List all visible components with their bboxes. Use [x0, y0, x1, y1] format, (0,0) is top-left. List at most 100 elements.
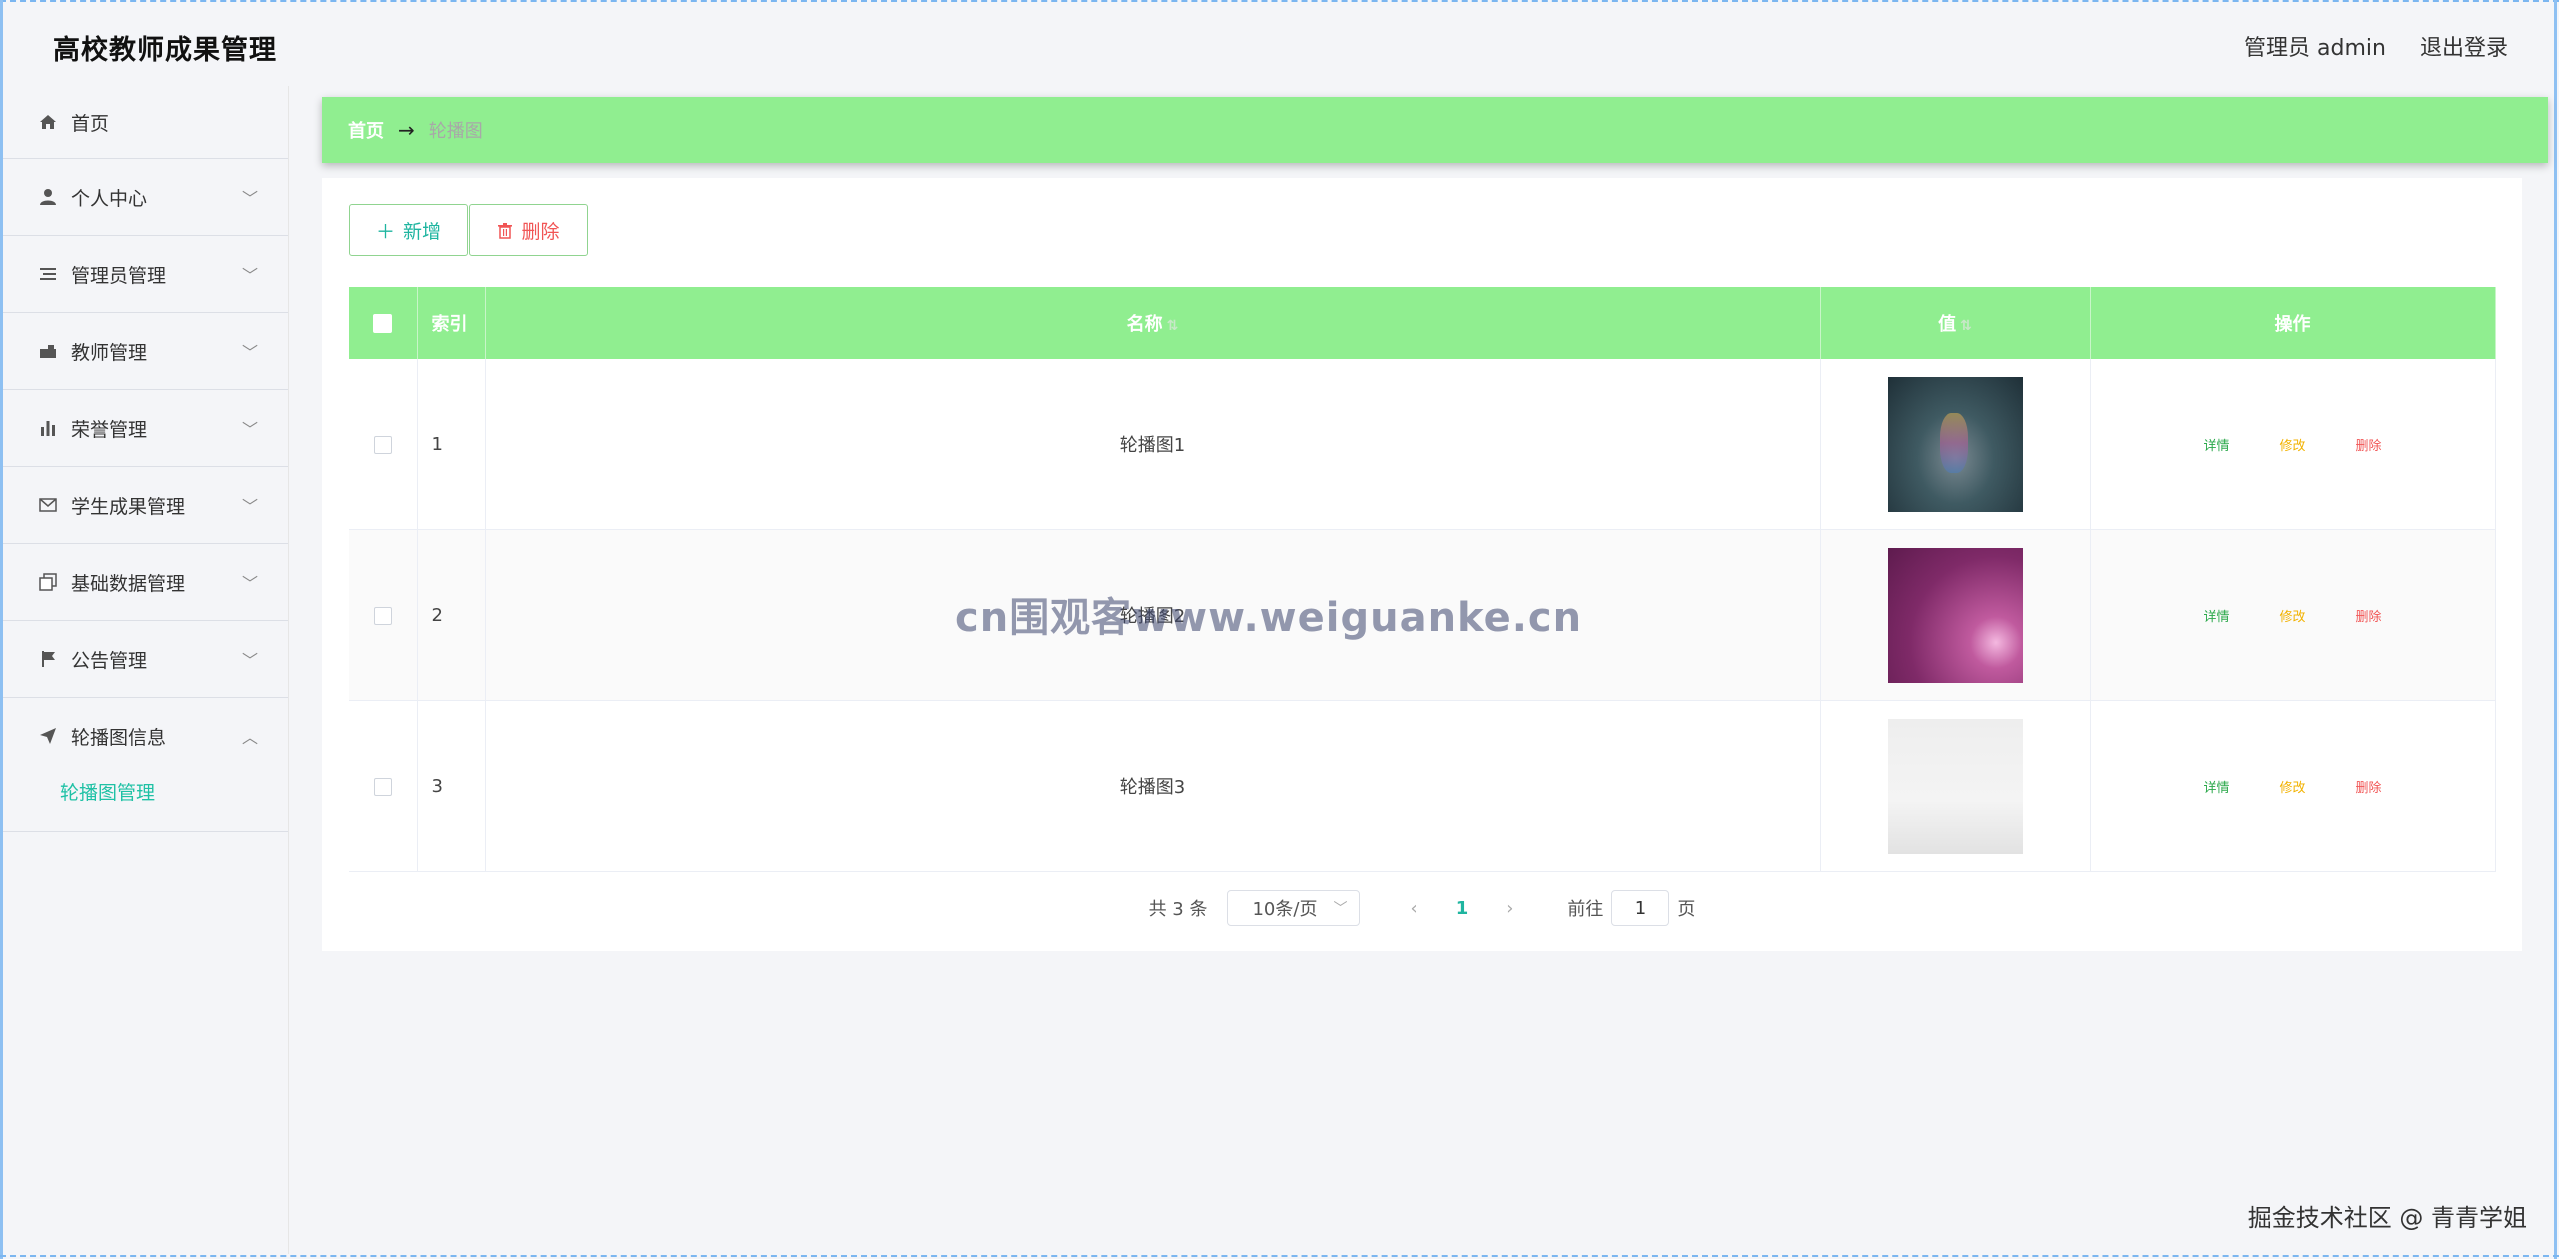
- column-header-value-label: 值: [1938, 314, 1957, 335]
- flag-icon: [37, 648, 59, 670]
- table-row: 3 轮播图3 详情 修改 删除: [349, 700, 2496, 872]
- breadcrumb-arrow-icon: →: [398, 118, 415, 142]
- carousel-table: 索引 名称 ⇅ 值 ⇅ 操作 1 轮播图1 详情 修改 删除 2 轮播图2 详情…: [349, 287, 2496, 872]
- mail-icon: [37, 494, 59, 516]
- page-size-select[interactable]: 10条/页 ﹀: [1227, 890, 1361, 926]
- goto-page: 前往 页: [1567, 890, 1695, 926]
- carousel-image-thumbnail[interactable]: [1887, 547, 2023, 683]
- sidebar-item-basic-data[interactable]: 基础数据管理 ﹀: [3, 544, 288, 621]
- sidebar-item-teacher[interactable]: 教师管理 ﹀: [3, 313, 288, 390]
- sidebar-item-label: 轮播图信息: [71, 726, 167, 749]
- edit-button[interactable]: 修改: [2279, 435, 2305, 454]
- delete-button[interactable]: 删除: [2356, 606, 2382, 625]
- row-checkbox[interactable]: [373, 606, 392, 625]
- column-header-index: 索引: [417, 287, 486, 359]
- chevron-down-icon: ﹀: [241, 343, 258, 362]
- edit-button[interactable]: 修改: [2279, 606, 2305, 625]
- sidebar-item-carousel[interactable]: 轮播图信息 ︿: [3, 698, 288, 774]
- sidebar-item-honor[interactable]: 荣誉管理 ﹀: [3, 390, 288, 467]
- table-row: 2 轮播图2 详情 修改 删除: [349, 529, 2496, 701]
- chevron-down-icon: ﹀: [241, 266, 258, 285]
- delete-button[interactable]: 删除: [2356, 777, 2382, 796]
- sidebar-item-label: 管理员管理: [71, 264, 167, 287]
- column-header-name[interactable]: 名称 ⇅: [485, 287, 1821, 359]
- pagination-total: 共 3 条: [1148, 899, 1208, 920]
- table-row: 1 轮播图1 详情 修改 删除: [349, 359, 2496, 530]
- home-icon: [37, 111, 59, 133]
- row-index: 2: [417, 529, 486, 701]
- next-page-button[interactable]: ›: [1506, 898, 1513, 919]
- page-size-value: 10条/页: [1252, 899, 1318, 920]
- breadcrumb: 首页 → 轮播图: [322, 97, 2548, 163]
- sidebar-item-home[interactable]: 首页: [3, 86, 288, 159]
- goto-prefix: 前往: [1567, 899, 1604, 920]
- briefcase-icon: [37, 340, 59, 362]
- sidebar-item-label: 公告管理: [71, 649, 148, 672]
- send-icon: [37, 725, 59, 747]
- sidebar-item-student-results[interactable]: 学生成果管理 ﹀: [3, 467, 288, 544]
- breadcrumb-home-link[interactable]: 首页: [348, 117, 384, 143]
- carousel-image-thumbnail[interactable]: [1887, 376, 2023, 512]
- page-number-current[interactable]: 1: [1456, 898, 1469, 919]
- edit-button[interactable]: 修改: [2279, 777, 2305, 796]
- chevron-down-icon: ﹀: [241, 497, 258, 516]
- row-name: 轮播图2: [485, 529, 1821, 701]
- table-header-row: 索引 名称 ⇅ 值 ⇅ 操作: [349, 287, 2496, 359]
- row-checkbox[interactable]: [373, 435, 392, 454]
- chevron-down-icon: ﹀: [241, 651, 258, 670]
- detail-button[interactable]: 详情: [2203, 435, 2229, 454]
- row-select-cell: [349, 359, 418, 530]
- column-header-name-label: 名称: [1126, 314, 1163, 335]
- pagination: 共 3 条 10条/页 ﹀ ‹ 1 › 前往 页: [322, 890, 2522, 926]
- sidebar-item-label: 荣誉管理: [71, 418, 148, 441]
- content-panel: ＋ 新增 删除 索引 名称 ⇅ 值 ⇅ 操作 1 轮播图1 详情 修改 删除 2…: [322, 178, 2522, 951]
- carousel-image-thumbnail[interactable]: [1887, 718, 2023, 854]
- prev-page-button[interactable]: ‹: [1410, 898, 1417, 919]
- top-header: 高校教师成果管理 管理员 admin 退出登录: [3, 2, 2553, 86]
- delete-button[interactable]: 删除: [2356, 435, 2382, 454]
- sidebar-item-label: 首页: [71, 112, 110, 135]
- batch-delete-button[interactable]: 删除: [469, 204, 588, 256]
- sidebar-item-admin[interactable]: 管理员管理 ﹀: [3, 236, 288, 313]
- admin-user-label[interactable]: 管理员 admin: [2244, 30, 2386, 62]
- detail-button[interactable]: 详情: [2203, 606, 2229, 625]
- sort-icon: ⇅: [1960, 318, 1972, 334]
- row-value-cell: [1820, 359, 2091, 530]
- breadcrumb-current: 轮播图: [428, 121, 483, 142]
- credit-text: 掘金技术社区 @ 青青学姐: [2247, 1204, 2527, 1232]
- sidebar-subitem-carousel-manage[interactable]: 轮播图管理: [3, 774, 288, 832]
- row-select-cell: [349, 700, 418, 872]
- add-button[interactable]: ＋ 新增: [349, 204, 468, 256]
- select-all-checkbox[interactable]: [373, 314, 393, 333]
- list-icon: [37, 263, 59, 285]
- sidebar-item-label: 基础数据管理: [71, 572, 186, 595]
- row-name: 轮播图1: [485, 359, 1821, 530]
- chevron-down-icon: ﹀: [241, 420, 258, 439]
- frame-border-bottom: [0, 1255, 2559, 1257]
- bar-chart-icon: [37, 417, 59, 439]
- column-header-value[interactable]: 值 ⇅: [1820, 287, 2091, 359]
- delete-button-label: 删除: [521, 220, 560, 243]
- app-title: 高校教师成果管理: [53, 35, 277, 66]
- user-icon: [37, 186, 59, 208]
- copy-icon: [37, 571, 59, 593]
- logout-button[interactable]: 退出登录: [2420, 30, 2508, 62]
- chevron-up-icon: ︿: [241, 728, 258, 747]
- sidebar-item-label: 学生成果管理: [71, 495, 186, 518]
- sidebar-item-notice[interactable]: 公告管理 ﹀: [3, 621, 288, 698]
- row-checkbox[interactable]: [373, 777, 392, 796]
- row-actions: 详情 修改 删除: [2090, 529, 2496, 701]
- sort-icon: ⇅: [1166, 318, 1179, 334]
- chevron-down-icon: ﹀: [241, 189, 258, 208]
- row-index: 3: [417, 700, 486, 872]
- plus-icon: ＋: [375, 220, 395, 243]
- row-value-cell: [1820, 529, 2091, 701]
- row-actions: 详情 修改 删除: [2090, 359, 2496, 530]
- chevron-down-icon: ﹀: [241, 574, 258, 593]
- row-name: 轮播图3: [485, 700, 1821, 872]
- sidebar-item-label: 个人中心: [71, 187, 148, 210]
- detail-button[interactable]: 详情: [2203, 777, 2229, 796]
- sidebar-item-profile[interactable]: 个人中心 ﹀: [3, 159, 288, 236]
- goto-page-input[interactable]: [1611, 890, 1670, 926]
- trash-icon: [497, 222, 513, 239]
